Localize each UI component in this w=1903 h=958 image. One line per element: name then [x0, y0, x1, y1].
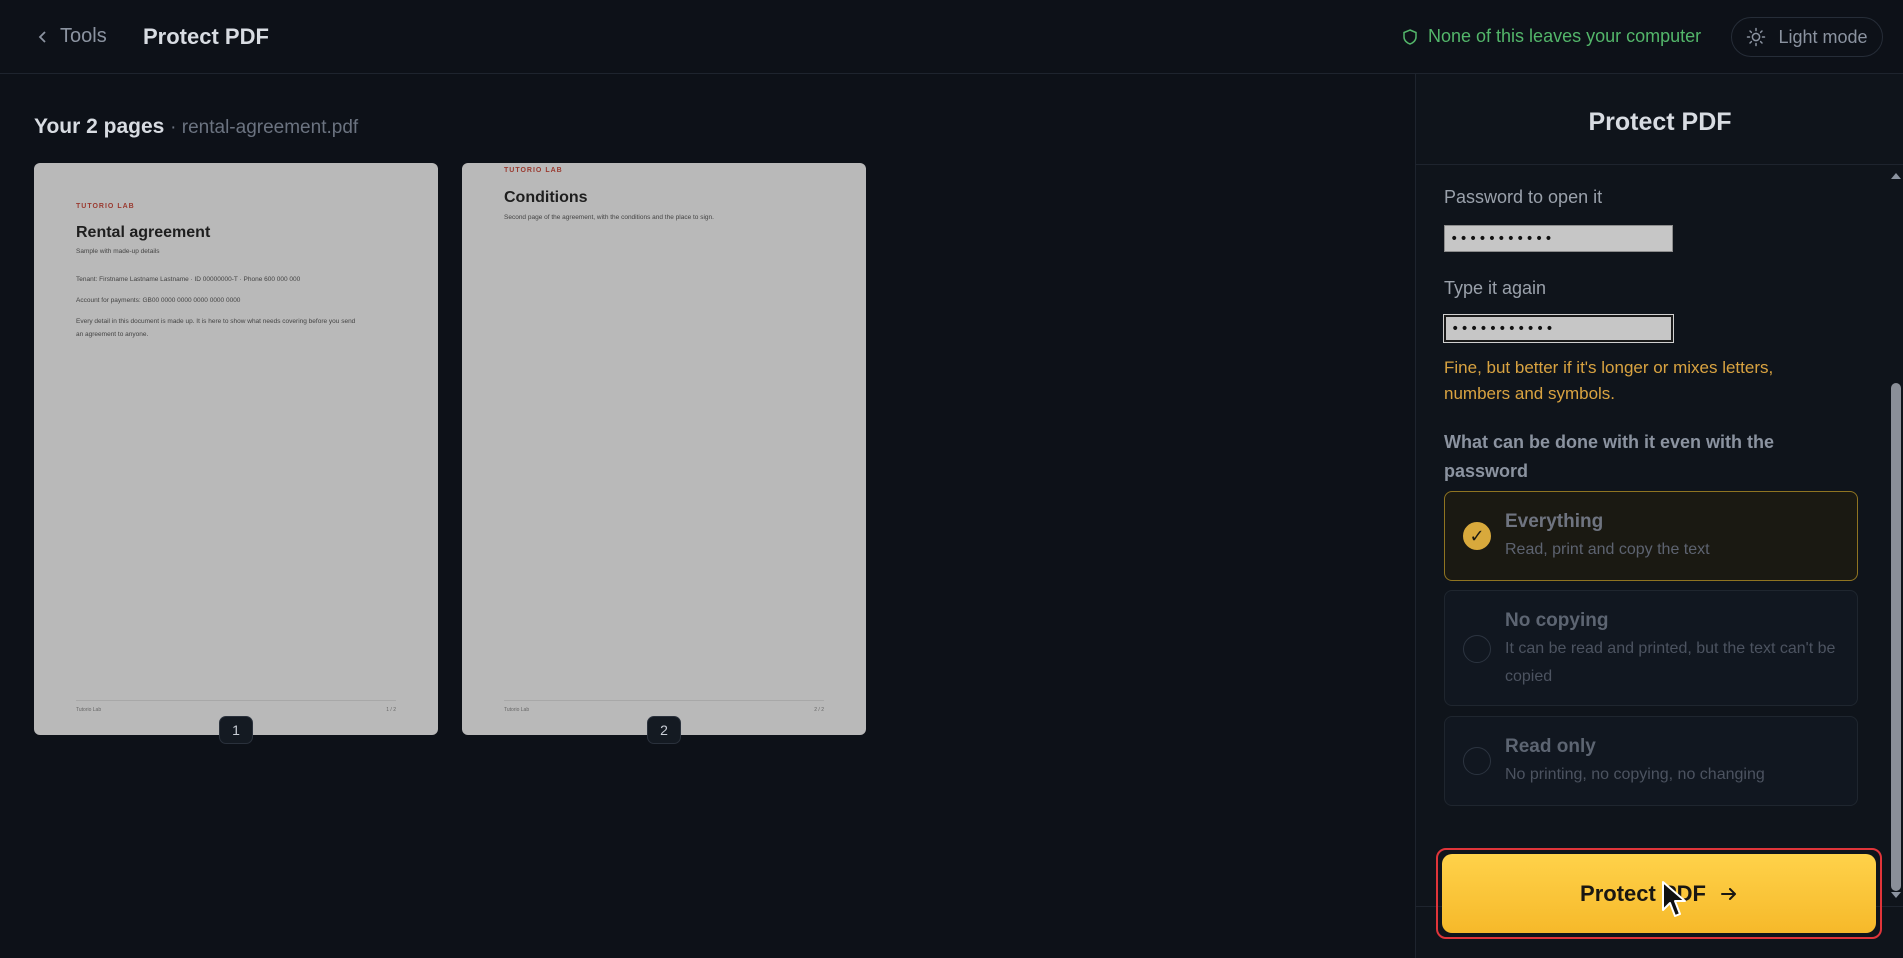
page-title: Protect PDF	[143, 24, 269, 49]
page-footer-number: 2 / 2	[814, 707, 824, 713]
password-label: Password to open it	[1444, 187, 1603, 207]
page-footer-brand: Tutorio Lab	[76, 707, 102, 713]
light-mode-toggle[interactable]: Light mode	[1731, 17, 1883, 57]
scrollbar[interactable]	[1888, 165, 1903, 906]
scroll-down-icon[interactable]	[1891, 892, 1901, 898]
page-number-badge: 2	[647, 716, 681, 744]
panel-title: Protect PDF	[1588, 108, 1732, 136]
privacy-note-text: None of this leaves your computer	[1428, 26, 1702, 46]
light-mode-label: Light mode	[1778, 26, 1868, 47]
chevron-left-icon	[38, 30, 46, 43]
page-line: Every detail in this document is made up…	[76, 318, 356, 325]
option-description: Read, print and copy the text	[1505, 541, 1710, 558]
page-line: Account for payments: GB00 0000 0000 000…	[76, 297, 241, 304]
file-name: · rental-agreement.pdf	[170, 117, 359, 138]
privacy-note: None of this leaves your computer	[1402, 26, 1701, 47]
option-everything[interactable]: ✓ Everything Read, print and copy the te…	[1444, 491, 1858, 581]
scrollbar-thumb[interactable]	[1891, 383, 1901, 891]
page-footer-rule	[76, 700, 396, 701]
option-no-copying[interactable]: No copying It can be read and printed, b…	[1444, 590, 1858, 706]
pages-heading: Your 2 pages · rental-agreement.pdf	[34, 115, 358, 139]
radio-icon	[1463, 747, 1491, 775]
check-icon: ✓	[1463, 522, 1491, 550]
password-input[interactable]	[1444, 225, 1673, 252]
arrow-right-icon	[1720, 887, 1736, 900]
page-footer-brand: Tutorio Lab	[504, 707, 530, 713]
radio-icon	[1463, 635, 1491, 663]
page-thumbnail-1[interactable]: TUTORIO LAB Rental agreement Sample with…	[34, 163, 438, 735]
top-bar: Tools Protect PDF None of this leaves yo…	[0, 0, 1903, 74]
confirm-password-label: Type it again	[1444, 278, 1547, 298]
shield-icon	[1403, 28, 1417, 45]
page-thumbnail-2[interactable]: TUTORIO LAB Conditions Second page of th…	[462, 163, 866, 735]
options-scroll-area[interactable]: Password to open it Type it again Fine, …	[1416, 165, 1903, 906]
page-brand: TUTORIO LAB	[504, 167, 563, 174]
pages-count: Your 2 pages	[34, 115, 165, 138]
protect-panel: Protect PDF Password to open it Type it …	[1415, 74, 1903, 958]
protect-pdf-label: Protect PDF	[1580, 880, 1706, 906]
option-title: No copying	[1505, 610, 1609, 631]
page-line: Second page of the agreement, with the c…	[504, 214, 714, 221]
option-title: Everything	[1505, 511, 1604, 532]
page-doc-title: Rental agreement	[76, 224, 211, 241]
permissions-heading: What can be done with it even with the p…	[1444, 432, 1775, 481]
page-doc-title: Conditions	[504, 189, 588, 206]
option-description: It can be read and printed, but the text…	[1505, 640, 1836, 685]
page-brand: TUTORIO LAB	[76, 203, 135, 210]
back-to-tools-link[interactable]: Tools	[36, 25, 107, 48]
option-read-only[interactable]: Read only No printing, no copying, no ch…	[1444, 716, 1858, 806]
option-title: Read only	[1505, 736, 1596, 757]
option-description: No printing, no copying, no changing	[1505, 766, 1765, 783]
page-number-badge: 1	[219, 716, 253, 744]
mouse-cursor-icon	[1662, 881, 1686, 917]
scroll-up-icon[interactable]	[1891, 173, 1901, 179]
page-footer-number: 1 / 2	[386, 707, 396, 713]
page-line: Tenant: Firstname Lastname Lastname · ID…	[76, 276, 301, 283]
sun-icon	[1747, 27, 1766, 47]
page-line: an agreement to anyone.	[76, 331, 149, 338]
page-footer-rule	[504, 700, 824, 701]
confirm-password-input[interactable]	[1443, 314, 1674, 343]
password-strength-warning: Fine, but better if it's longer or mixes…	[1444, 358, 1774, 403]
back-label: Tools	[60, 25, 107, 47]
page-line: Sample with made-up details	[76, 248, 160, 255]
protect-pdf-button[interactable]: Protect PDF	[1442, 854, 1876, 933]
